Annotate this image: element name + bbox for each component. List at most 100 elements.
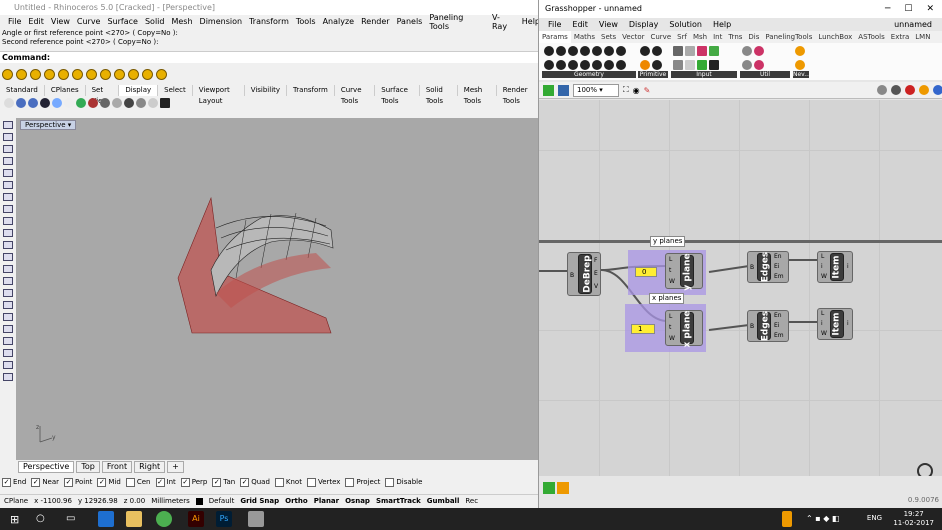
osnap-button[interactable]: Osnap [345, 497, 370, 505]
tab-top[interactable]: Top [76, 461, 100, 473]
render-icon[interactable] [3, 361, 13, 369]
toolbar-icon[interactable] [86, 69, 97, 80]
util-icon[interactable] [754, 60, 764, 70]
menu-analyze[interactable]: Analyze [323, 17, 355, 26]
toolbar-icon[interactable] [114, 69, 125, 80]
input-icon[interactable] [673, 60, 683, 70]
preview-mesh-icon[interactable] [919, 85, 929, 95]
preview-eye-icon[interactable]: ◉ [633, 86, 640, 95]
tab-render-tools[interactable]: Render Tools [497, 85, 541, 105]
edge-browser-icon[interactable] [98, 511, 114, 527]
gh-tab-params[interactable]: Params [539, 31, 571, 43]
grid-snap-button[interactable]: Grid Snap [240, 497, 279, 505]
ghosted-icon[interactable] [40, 97, 50, 108]
zoom-dropdown[interactable]: 100% ▾ [573, 83, 619, 97]
menu-dimension[interactable]: Dimension [200, 17, 243, 26]
param-icon[interactable] [568, 46, 578, 56]
input-icon[interactable] [673, 46, 683, 56]
input-icon[interactable] [685, 46, 695, 56]
tab-perspective[interactable]: Perspective [18, 461, 75, 473]
osnap-quad-checkbox[interactable]: ✓ [240, 477, 250, 487]
record-history-button[interactable]: Rec [465, 497, 478, 505]
edges-component[interactable]: B Edges En Ei Em [747, 251, 789, 283]
util-icon[interactable] [754, 46, 764, 56]
osnap-near-checkbox[interactable]: ✓ [31, 477, 41, 487]
list-item-component[interactable]: L i W Item i [817, 251, 853, 283]
toolbar-icon[interactable] [142, 69, 153, 80]
gh-menu-display[interactable]: Display [629, 20, 659, 29]
gh-tab-lmn[interactable]: LMN [912, 31, 933, 43]
box-icon[interactable] [3, 277, 13, 285]
toolbar-icon[interactable] [100, 69, 111, 80]
monitor-icon[interactable] [160, 97, 170, 108]
close-icon[interactable]: ✕ [926, 4, 934, 14]
gh-tab-msh[interactable]: Msh [690, 31, 710, 43]
extrude-icon[interactable] [3, 265, 13, 273]
param-icon[interactable] [616, 46, 626, 56]
menu-surface[interactable]: Surface [107, 17, 137, 26]
slider-y[interactable]: 0 [635, 267, 657, 277]
menu-paneling-tools[interactable]: Paneling Tools [429, 13, 485, 31]
param-icon[interactable] [592, 60, 602, 70]
menu-render[interactable]: Render [361, 17, 389, 26]
toolbar-icon[interactable] [16, 69, 27, 80]
toolbar-icon[interactable] [30, 69, 41, 80]
toolbar-icon[interactable] [128, 69, 139, 80]
input-icon[interactable] [709, 46, 719, 56]
ortho-button[interactable]: Ortho [285, 497, 308, 505]
file-explorer-icon[interactable] [126, 511, 142, 527]
tab-viewport-layout[interactable]: Viewport Layout [193, 85, 245, 105]
gh-tab-panelingtools[interactable]: PanelingTools [762, 31, 815, 43]
wireframe-icon[interactable] [4, 97, 14, 108]
trim-icon[interactable] [3, 373, 13, 381]
tab-set-view[interactable]: Set View [86, 85, 120, 105]
tab-cplanes[interactable]: CPlanes [45, 85, 86, 96]
gh-tab-lunchbox[interactable]: LunchBox [815, 31, 855, 43]
canvas-compass-icon[interactable] [917, 463, 933, 476]
gh-tab-maths[interactable]: Maths [571, 31, 598, 43]
language-indicator[interactable]: ENG [867, 514, 882, 522]
tab-mesh-tools[interactable]: Mesh Tools [458, 85, 497, 105]
input-icon[interactable] [697, 60, 707, 70]
photoshop-icon[interactable]: Ps [216, 511, 232, 527]
search-icon[interactable]: ○ [36, 513, 45, 524]
gh-menu-help[interactable]: Help [713, 20, 731, 29]
tab-right[interactable]: Right [134, 461, 166, 473]
preview-settings-icon[interactable] [933, 85, 942, 95]
menu-edit[interactable]: Edit [28, 17, 44, 26]
preview-wire-icon[interactable] [877, 85, 887, 95]
osnap-vertex-checkbox[interactable] [306, 477, 316, 487]
command-prompt[interactable]: Command: [0, 51, 540, 63]
gh-document-name[interactable]: unnamed [894, 18, 932, 31]
artistic-icon[interactable] [76, 97, 86, 108]
osnap-disable-checkbox[interactable] [385, 477, 395, 487]
osnap-cen-checkbox[interactable] [125, 477, 135, 487]
gh-menu-edit[interactable]: Edit [572, 20, 588, 29]
rendered-icon[interactable] [28, 97, 38, 108]
param-icon[interactable] [568, 60, 578, 70]
menu-file[interactable]: File [8, 17, 21, 26]
task-view-icon[interactable]: ▭ [66, 513, 75, 524]
menu-view[interactable]: View [51, 17, 70, 26]
menu-tools[interactable]: Tools [296, 17, 316, 26]
gumball-button[interactable]: Gumball [427, 497, 460, 505]
param-icon[interactable] [604, 60, 614, 70]
ellipse-icon[interactable] [3, 193, 13, 201]
osnap-perp-checkbox[interactable]: ✓ [180, 477, 190, 487]
windows-start-icon[interactable]: ⊞ [10, 513, 19, 526]
sketch-pen-icon[interactable]: ✎ [644, 86, 651, 95]
gh-tab-vector[interactable]: Vector [619, 31, 647, 43]
param-icon[interactable] [592, 46, 602, 56]
param-icon[interactable] [580, 60, 590, 70]
tab-solid-tools[interactable]: Solid Tools [420, 85, 458, 105]
zoom-extents-icon[interactable]: ⛶ [623, 85, 629, 95]
osnap-int-checkbox[interactable]: ✓ [155, 477, 165, 487]
smarttrack-button[interactable]: SmartTrack [376, 497, 421, 505]
gh-solver-icon[interactable] [543, 482, 555, 494]
circle-icon[interactable] [3, 169, 13, 177]
transform-icon[interactable] [3, 337, 13, 345]
osnap-mid-checkbox[interactable]: ✓ [97, 477, 107, 487]
rectangle-icon[interactable] [3, 217, 13, 225]
tab-select[interactable]: Select [158, 85, 193, 96]
util-icon[interactable] [742, 60, 752, 70]
